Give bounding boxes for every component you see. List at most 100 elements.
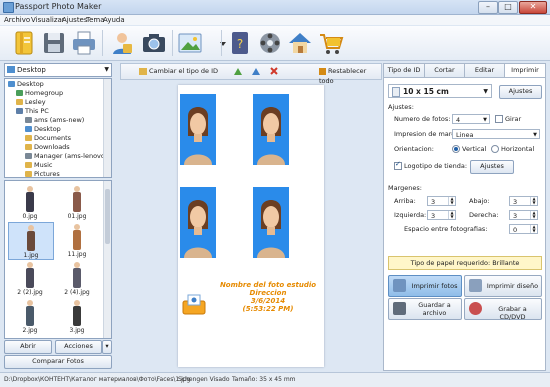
- dropdown-arrow-icon[interactable]: [209, 29, 226, 57]
- print-design-button[interactable]: Imprimir diseño: [464, 275, 542, 297]
- mark-select[interactable]: Linea ▼: [452, 129, 540, 139]
- tree-item[interactable]: Manager (ams-lenovo): [25, 152, 107, 161]
- menu-archivo[interactable]: Archivo: [4, 16, 30, 24]
- tree-scrollbar[interactable]: [103, 79, 111, 177]
- user-icon[interactable]: [108, 29, 136, 57]
- tab-id-type[interactable]: Tipo de ID: [383, 63, 425, 78]
- bottom-margin-input[interactable]: 3 ▲ ▼: [509, 196, 538, 206]
- thumbnail-selected[interactable]: 1.jpg: [8, 222, 54, 260]
- thumbnail[interactable]: 0.jpg: [8, 184, 52, 220]
- menu-ayuda[interactable]: Ayuda: [103, 16, 125, 24]
- num-photos-value: 4: [456, 116, 461, 124]
- svg-text:?: ?: [237, 37, 243, 51]
- photo-size: Tamaño: 35 x 45 mm: [232, 376, 296, 383]
- tree-item[interactable]: Downloads: [25, 143, 70, 152]
- reset-all-button[interactable]: Restablecer todo: [319, 66, 381, 85]
- top-margin-input[interactable]: 3 ▲ ▼: [427, 196, 456, 206]
- print-design-label: Imprimir diseño: [486, 282, 539, 290]
- tab-edit[interactable]: Editar: [464, 63, 505, 78]
- film-icon[interactable]: [256, 29, 284, 57]
- studio-name: Nombre del foto estudio: [219, 281, 317, 289]
- tree-item[interactable]: Music: [25, 161, 53, 170]
- save-icon[interactable]: [40, 29, 68, 57]
- logo-settings-button[interactable]: Ajustes: [470, 160, 514, 174]
- thumbnail-scrollbar[interactable]: [103, 181, 111, 338]
- folder-icon: [7, 66, 15, 73]
- right-margin-input[interactable]: 3 ▲ ▼: [509, 210, 538, 220]
- thumbnail[interactable]: 2 (2).jpg: [8, 260, 52, 296]
- file-path: D:\Dropbox\КОНТЕНТ\Каталог материалов\Фо…: [4, 376, 191, 383]
- change-id-button[interactable]: Cambiar el tipo de ID: [139, 66, 235, 76]
- actions-dropdown-button[interactable]: ▾: [102, 340, 112, 354]
- tab-crop[interactable]: Cortar: [424, 63, 465, 78]
- orientation-horizontal-radio[interactable]: Horizontal: [491, 145, 534, 153]
- left-margin-input[interactable]: 3 ▲ ▼: [427, 210, 456, 220]
- tree-item[interactable]: Desktop: [8, 80, 44, 89]
- rotate-label: Girar: [505, 115, 522, 123]
- folder-select[interactable]: Desktop ▼: [4, 63, 112, 77]
- bottom-margin-value: 3: [513, 198, 518, 206]
- print-photos-button[interactable]: Imprimir fotos: [388, 275, 462, 297]
- vertical-label: Vertical: [462, 145, 487, 153]
- print-icon[interactable]: [70, 29, 98, 57]
- spinner-arrows-icon[interactable]: ▲ ▼: [448, 211, 455, 219]
- thumbnail-label: 3.jpg: [69, 327, 85, 334]
- spinner-arrows-icon[interactable]: ▲ ▼: [530, 211, 537, 219]
- rotate-right-icon[interactable]: [251, 66, 261, 76]
- toolbar-separator: [102, 30, 103, 56]
- paper-settings-button[interactable]: Ajustes: [499, 85, 542, 99]
- menu-bar: Archivo Visualizar Ajustes Tema Ayuda: [0, 15, 550, 25]
- orientation-vertical-radio[interactable]: Vertical: [452, 145, 486, 153]
- tree-item-label: Music: [34, 161, 53, 169]
- thumbnail[interactable]: 2.jpg: [8, 298, 52, 334]
- scrollbar-thumb[interactable]: [105, 189, 110, 244]
- photo-edit-icon[interactable]: [177, 29, 209, 57]
- rotate-left-icon[interactable]: [233, 66, 243, 76]
- menu-ajustes[interactable]: Ajustes: [62, 16, 88, 24]
- tree-item[interactable]: Homegroup: [16, 89, 63, 98]
- open-button[interactable]: Abrir: [4, 340, 52, 354]
- spacing-input[interactable]: 0 ▲ ▼: [509, 224, 538, 234]
- paper-size-select[interactable]: 10 x 15 cm ▼: [388, 84, 492, 98]
- right-margin-label: Derecha:: [469, 211, 499, 219]
- home-icon[interactable]: [286, 29, 314, 57]
- menu-visualizar[interactable]: Visualizar: [31, 16, 65, 24]
- tree-item[interactable]: Documents: [25, 134, 71, 143]
- actions-button[interactable]: Acciones: [55, 340, 102, 354]
- burn-cd-button[interactable]: Grabar a CD/DVD: [464, 298, 542, 321]
- maximize-button[interactable]: □: [498, 1, 518, 14]
- network-drive-icon: [25, 153, 32, 159]
- open-book-icon[interactable]: [10, 29, 38, 57]
- folder-icon: [25, 144, 32, 150]
- app-icon: [3, 2, 14, 13]
- tree-item[interactable]: Desktop: [25, 125, 61, 134]
- camera-icon[interactable]: [140, 29, 168, 57]
- left-panel: Desktop ▼ Desktop Homegroup Lesley This …: [4, 63, 112, 369]
- thumbnail[interactable]: 2 (4).jpg: [55, 260, 99, 296]
- cart-icon[interactable]: [316, 29, 344, 57]
- compare-photos-button[interactable]: Comparar Fotos: [4, 355, 112, 369]
- thumbnail[interactable]: 01.jpg: [55, 184, 99, 220]
- tree-item[interactable]: ams (ams-new): [25, 116, 84, 125]
- tree-item[interactable]: Lesley: [16, 98, 46, 107]
- tree-item-label: Desktop: [17, 80, 44, 88]
- spinner-arrows-icon[interactable]: ▲ ▼: [530, 225, 537, 233]
- thumbnail[interactable]: 11.jpg: [55, 222, 99, 258]
- minimize-button[interactable]: –: [478, 1, 498, 14]
- brush-icon: [319, 67, 326, 75]
- help-book-icon[interactable]: ?: [226, 29, 254, 57]
- store-logo-checkbox[interactable]: Logotipo de tienda:: [394, 160, 467, 170]
- delete-icon[interactable]: [269, 66, 279, 76]
- menu-tema[interactable]: Tema: [86, 16, 105, 24]
- save-file-button[interactable]: Guardar a archivo: [388, 298, 462, 320]
- thumbnail[interactable]: 3.jpg: [55, 298, 99, 334]
- tree-item[interactable]: This PC: [16, 107, 49, 116]
- close-button[interactable]: ✕: [519, 1, 547, 14]
- thumbnail-grid: 0.jpg 01.jpg 1.jpg 11.jpg 2 (2).jpg 2 (4…: [4, 180, 112, 339]
- rotate-checkbox[interactable]: Girar: [495, 115, 521, 123]
- thumbnail-image: [71, 299, 83, 326]
- spinner-arrows-icon[interactable]: ▲ ▼: [448, 197, 455, 205]
- tree-item[interactable]: Pictures: [25, 170, 60, 177]
- spinner-arrows-icon[interactable]: ▲ ▼: [530, 197, 537, 205]
- num-photos-select[interactable]: 4 ▼: [452, 114, 490, 124]
